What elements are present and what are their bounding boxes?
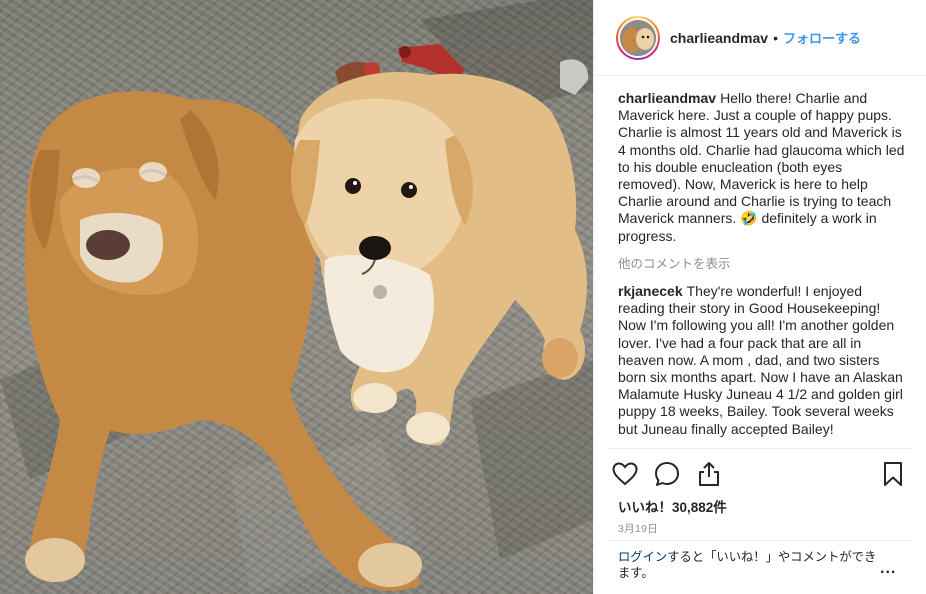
comment-username[interactable]: charlieandmav xyxy=(618,90,716,106)
comment-text: They're wonderful! I enjoyed reading the… xyxy=(618,283,903,437)
post-side-panel: charlieandmav • フォローする charlieandmav Hell… xyxy=(593,0,926,594)
caption-comment: charlieandmav Hello there! Charlie and Ma… xyxy=(618,90,908,245)
heart-icon[interactable] xyxy=(610,459,640,489)
bookmark-icon[interactable] xyxy=(878,459,908,489)
login-prompt: ログインすると「いいね！」やコメントができます。 xyxy=(618,549,878,581)
avatar-image xyxy=(618,17,658,58)
action-bar xyxy=(610,458,910,490)
avatar[interactable] xyxy=(616,15,660,60)
post-date[interactable]: 3月19日 xyxy=(618,521,658,536)
post-header: charlieandmav • フォローする xyxy=(594,0,926,76)
load-more-comments-button[interactable]: 他のコメントを表示 xyxy=(618,256,908,273)
follow-button[interactable]: フォローする xyxy=(783,28,861,47)
comment-username[interactable]: rkjanecek xyxy=(618,283,683,299)
post-username[interactable]: charlieandmav xyxy=(670,30,768,46)
comments-list[interactable]: charlieandmav Hello there! Charlie and Ma… xyxy=(618,90,908,446)
dogs-illustration xyxy=(0,0,593,594)
more-options-icon[interactable]: ... xyxy=(880,560,896,578)
divider xyxy=(608,448,913,449)
divider xyxy=(608,540,913,541)
comment-item: rkjanecek They're wonderful! I enjoyed re… xyxy=(618,283,908,438)
share-icon[interactable] xyxy=(694,459,724,489)
likes-count[interactable]: いいね！30,882件 xyxy=(618,496,727,516)
login-link[interactable]: ログイン xyxy=(618,550,667,564)
comment-icon[interactable] xyxy=(652,459,682,489)
post-photo[interactable] xyxy=(0,0,593,594)
separator-dot: • xyxy=(773,29,778,46)
comment-text: Hello there! Charlie and Maverick here. … xyxy=(618,90,905,244)
